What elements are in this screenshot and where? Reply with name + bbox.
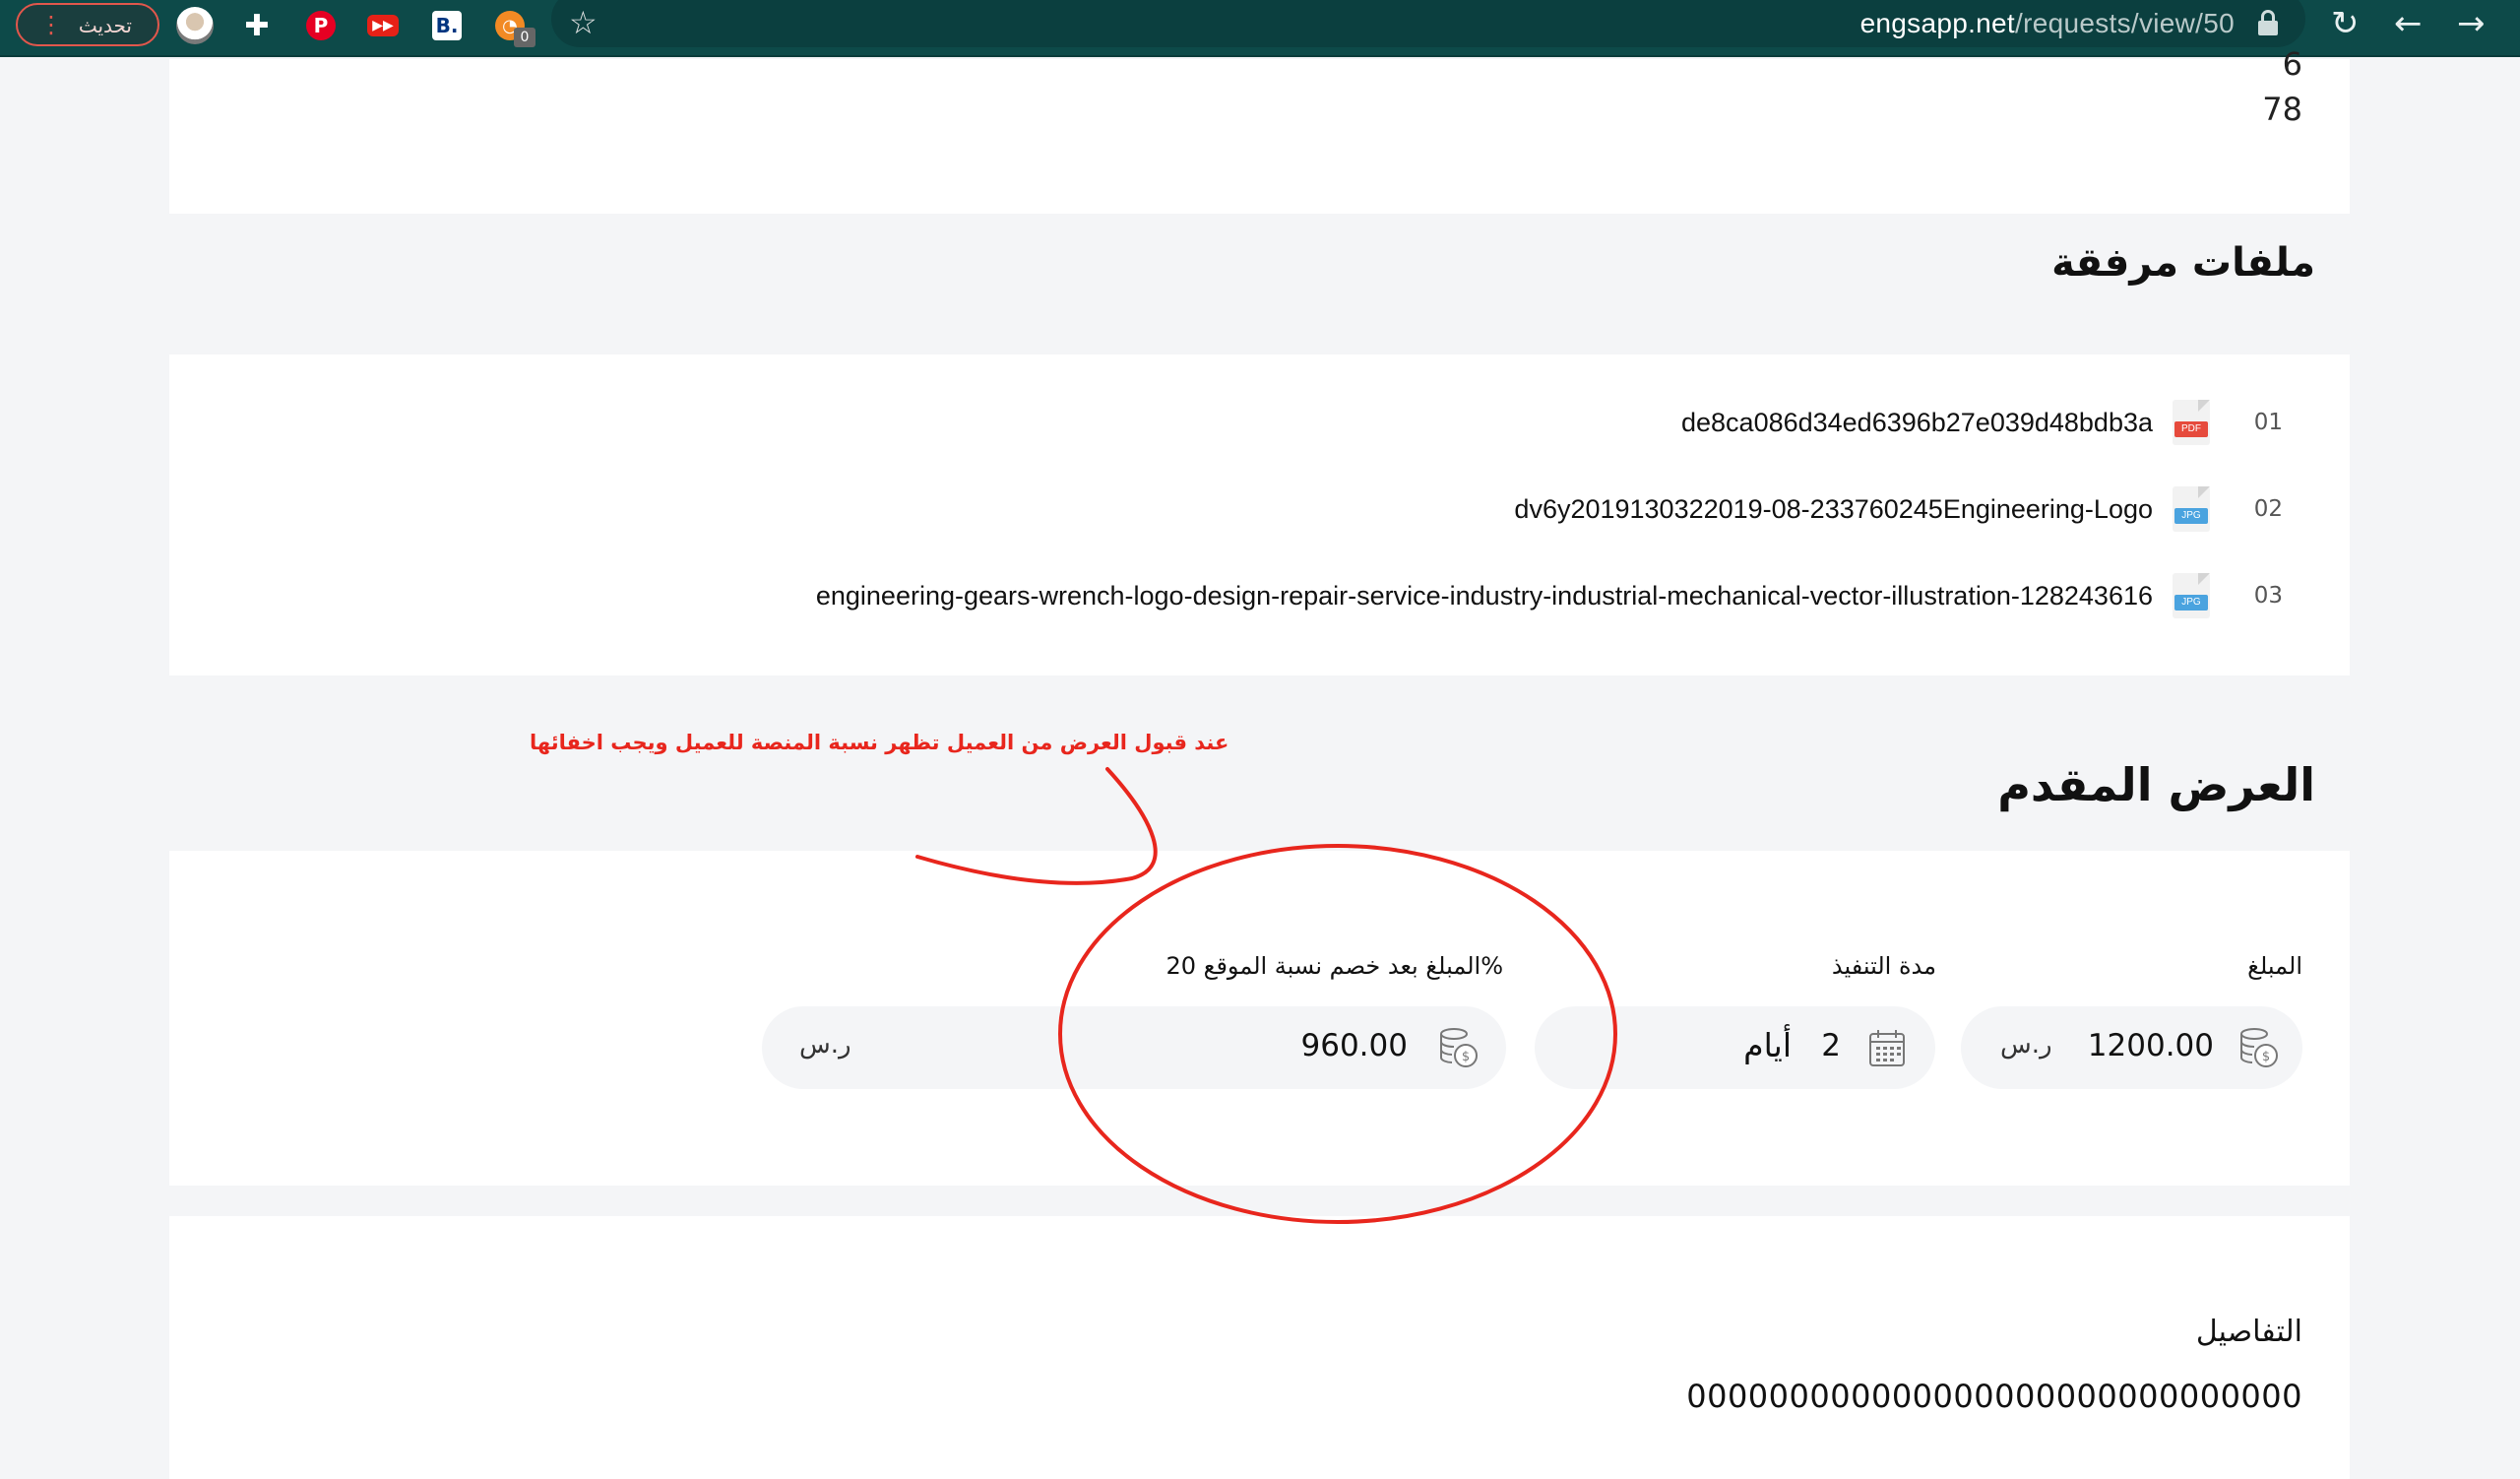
request-details-card: 6 78 [169, 45, 2350, 214]
net-amount-label: المبلغ بعد خصم نسبة الموقع 20% [1166, 952, 1504, 980]
jpg-file-icon: JPG [2173, 486, 2212, 532]
amount-field: $ 1200.00 ر.س [1961, 1006, 2302, 1089]
amount-label: المبلغ [2247, 952, 2302, 980]
attachment-index: 01 [2253, 410, 2283, 435]
attachment-row[interactable]: 03 JPG engineering-gears-wrench-logo-des… [169, 571, 2350, 620]
net-amount-currency: ر.س [799, 1030, 851, 1060]
calendar-icon [1869, 1030, 1905, 1066]
attachment-index: 02 [2253, 496, 2283, 522]
youtube-icon[interactable]: ▶▶ [363, 6, 403, 45]
svg-text:$: $ [2262, 1050, 2270, 1064]
bookmark-star-icon[interactable]: ☆ [569, 4, 598, 41]
url-host: engsapp.net [1859, 8, 2015, 38]
details-card: التفاصيل 000000000000000000000000000000 [169, 1216, 2350, 1479]
attachments-card: 01 PDF de8ca086d34ed6396b27e039d48bdb3a … [169, 354, 2350, 675]
attachment-row[interactable]: 01 PDF de8ca086d34ed6396b27e039d48bdb3a [169, 398, 2350, 447]
forward-arrow-icon[interactable]: → [2457, 4, 2486, 43]
details-label: التفاصيل [2195, 1315, 2302, 1349]
coins-icon: $ [1440, 1028, 1478, 1067]
rss-badge: 0 [514, 28, 536, 47]
svg-text:$: $ [1462, 1050, 1470, 1064]
duration-value: 2 [1821, 1028, 1841, 1063]
details-value: 000000000000000000000000000000 [1686, 1378, 2302, 1415]
attachment-link[interactable]: de8ca086d34ed6396b27e039d48bdb3a [1681, 408, 2153, 438]
net-amount-value: 960.00 [1300, 1028, 1408, 1063]
update-button[interactable]: ⋮ تحديث [16, 3, 159, 46]
duration-label: مدة التنفيذ [1831, 952, 1936, 980]
reload-icon[interactable]: ↻ [2331, 4, 2360, 43]
browser-toolbar: ⋮ تحديث ✚ P ▶▶ B. ◔ 0 ☆ engsapp.net/requ… [0, 0, 2520, 57]
more-icon: ⋮ [39, 11, 63, 38]
lock-icon[interactable] [2258, 10, 2278, 35]
amount-currency: ر.س [2000, 1030, 2052, 1060]
attachment-row[interactable]: 02 JPG dv6y2019130322019-08-233760245Eng… [169, 484, 2350, 534]
rss-icon[interactable]: ◔ 0 [490, 6, 536, 47]
top-value-a: 6 [2282, 45, 2302, 83]
duration-field: 2 أيام [1535, 1006, 1935, 1089]
duration-unit: أيام [1743, 1026, 1792, 1064]
back-arrow-icon[interactable]: ← [2394, 4, 2423, 43]
coins-icon: $ [2240, 1028, 2278, 1067]
amount-value: 1200.00 [2087, 1028, 2214, 1063]
booking-icon[interactable]: B. [427, 6, 467, 45]
offer-title: العرض المقدم [1997, 758, 2315, 811]
pdf-file-icon: PDF [2173, 400, 2212, 445]
attachment-link[interactable]: engineering-gears-wrench-logo-design-rep… [816, 581, 2153, 611]
puzzle-icon[interactable]: ✚ [237, 6, 277, 45]
url-path: /requests/view/50 [2015, 8, 2235, 38]
annotation-note: عند قبول العرض من العميل تظهر نسبة المنص… [530, 731, 1229, 754]
top-value-b: 78 [2262, 91, 2302, 128]
pinterest-icon[interactable]: P [301, 6, 341, 45]
attachment-index: 03 [2253, 583, 2283, 609]
profile-avatar[interactable] [175, 6, 215, 45]
update-label: تحديث [78, 14, 132, 37]
url-text[interactable]: engsapp.net/requests/view/50 [1860, 8, 2235, 39]
net-amount-field: $ 960.00 ر.س [762, 1006, 1506, 1089]
attachments-title: ملفات مرفقة [2051, 240, 2315, 286]
jpg-file-icon: JPG [2173, 573, 2212, 618]
attachment-link[interactable]: dv6y2019130322019-08-233760245Engineerin… [1514, 494, 2153, 525]
offer-card: المبلغ مدة التنفيذ المبلغ بعد خصم نسبة ا… [169, 851, 2350, 1186]
